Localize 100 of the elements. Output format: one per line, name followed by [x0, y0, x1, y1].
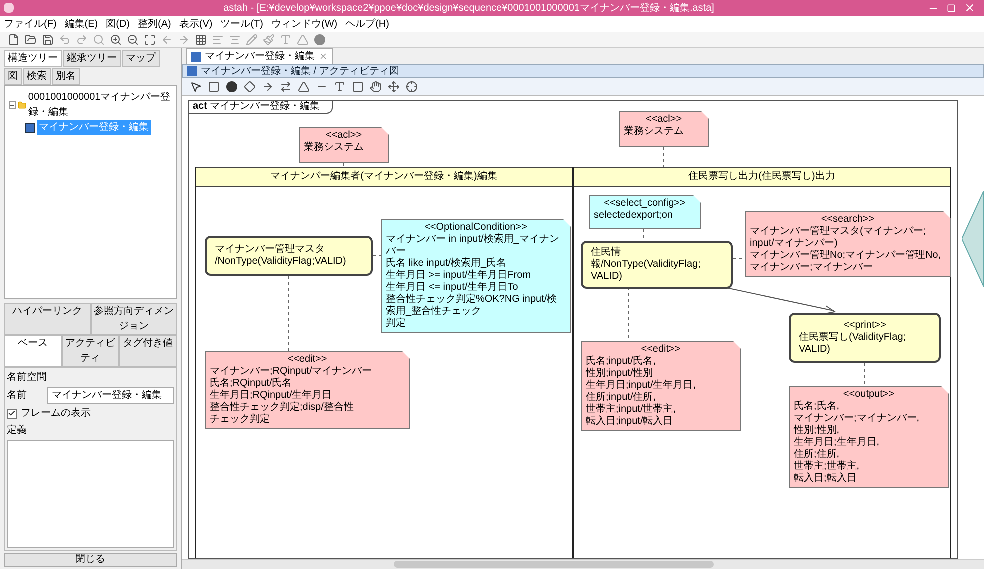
- node-text: 氏名;RQinput/氏名: [210, 378, 294, 390]
- property-tab[interactable]: アクティビティ: [62, 335, 120, 367]
- node-text: マイナンバー管理マスタ(マイナンバー;: [750, 226, 928, 238]
- stereotype-text: <<edit>>: [640, 344, 682, 356]
- node-text: 生年月日;生年月日,: [794, 437, 881, 448]
- stereotype-text: <<edit>>: [286, 354, 328, 366]
- move-icon[interactable]: [388, 80, 400, 92]
- flow-icon[interactable]: [280, 80, 292, 92]
- stereotype-text: <<acl>>: [644, 114, 684, 126]
- folder-icon: [18, 100, 26, 110]
- grid-icon[interactable]: [195, 34, 207, 46]
- node-text: マイナンバー管理No;マイナンバー管理No,: [750, 250, 942, 262]
- menu-item[interactable]: ウィンドウ(W): [271, 16, 338, 32]
- stereotype-text: <<search>>: [820, 214, 876, 226]
- rectangle-icon[interactable]: [208, 80, 220, 92]
- field-label: 名前: [7, 389, 28, 403]
- stereotype-text: <<acl>>: [324, 130, 364, 142]
- panel-tab[interactable]: 別名: [52, 68, 80, 85]
- menu-item[interactable]: 編集(E): [64, 16, 98, 32]
- node-text: 性別;性別,: [794, 425, 841, 436]
- stereotype-text: <<OptionalCondition>>: [424, 222, 528, 234]
- swimlane-title: 住民票写し出力(住民票写し)出力: [574, 167, 950, 187]
- property-tab[interactable]: ハイパーリンク: [4, 303, 90, 335]
- node-text: 生年月日;RQinput/生年月日: [210, 390, 334, 402]
- panel-tab[interactable]: 図: [4, 68, 22, 85]
- window-title: astah - [E:¥develop¥workspace2¥ppoe¥doc¥design¥sequence¥0001001000001マイナンバー登録・編集.asta]: [222, 2, 716, 16]
- diagram-icon: [25, 122, 35, 132]
- node-text: 性別;input/性別: [586, 368, 654, 380]
- node-text: 整合性チェック判定%OK?NG input/検索用_整合性チェック: [386, 294, 558, 318]
- menu-item[interactable]: ツール(T): [220, 16, 264, 32]
- node-text: チェック判定: [210, 414, 271, 426]
- text-icon[interactable]: [334, 80, 346, 92]
- node-text: マイナンバー管理マスタ: [215, 244, 326, 256]
- pointer-icon[interactable]: [190, 80, 202, 92]
- panel-tab[interactable]: 検索: [23, 68, 51, 85]
- node-text: 氏名;氏名,: [794, 401, 841, 413]
- node-text: VALID): [799, 344, 832, 356]
- menu-item[interactable]: ファイル(F): [4, 16, 57, 32]
- menu-item[interactable]: ヘルプ(H): [346, 16, 390, 32]
- node-text: マイナンバー;RQinput/マイナンバー: [210, 366, 374, 378]
- stereotype-text: <<select_config>>: [603, 198, 687, 210]
- node-text: VALID): [591, 271, 624, 283]
- save-icon[interactable]: [42, 34, 54, 46]
- app-icon: [4, 3, 14, 13]
- close-button[interactable]: 閉じる: [4, 553, 177, 567]
- note-icon[interactable]: [352, 80, 364, 92]
- maximize-icon[interactable]: [947, 4, 956, 12]
- node-text: 生年月日;input/生年月日,: [586, 380, 698, 392]
- hand-icon[interactable]: [370, 80, 382, 92]
- node-text: 住民情報/NonType(ValidityFlag;: [591, 247, 702, 271]
- node-text: 整合性チェック判定;disp/整合性: [210, 402, 355, 414]
- folder-icon[interactable]: [25, 34, 37, 46]
- panel-tab[interactable]: 構造ツリー: [4, 50, 62, 67]
- menu-item[interactable]: 図(D): [106, 16, 130, 32]
- node-text: 生年月日 >= input/生年月日From: [386, 270, 532, 282]
- connector-line: [864, 362, 866, 386]
- node-text: 転入日;input/転入日: [586, 416, 674, 428]
- node-text: 判定: [386, 318, 407, 330]
- node-text: 世帯主;世帯主,: [794, 461, 861, 472]
- node-text: 氏名;input/氏名,: [586, 356, 658, 368]
- arrow-icon[interactable]: [262, 80, 274, 92]
- node-text: マイナンバー;マイナンバー,: [794, 413, 921, 424]
- panel-tab[interactable]: マップ: [122, 50, 160, 67]
- tree-item[interactable]: 0001001000001マイナンバー登録・編集: [28, 90, 172, 120]
- diamond-icon[interactable]: [244, 80, 256, 92]
- menu-item[interactable]: 表示(V): [179, 16, 213, 32]
- close-icon[interactable]: [964, 2, 976, 14]
- close-icon[interactable]: [319, 52, 328, 61]
- fit-icon[interactable]: [144, 34, 156, 46]
- definition-field[interactable]: [7, 440, 174, 548]
- collapse-icon[interactable]: [9, 101, 16, 109]
- frame-label: act マイナンバー登録・編集: [189, 101, 334, 114]
- property-tab[interactable]: 参照方向ディメンジョン: [90, 303, 177, 335]
- crosshair-icon[interactable]: [406, 80, 418, 92]
- new-file-icon[interactable]: [8, 34, 20, 46]
- property-tab[interactable]: ベース: [4, 335, 62, 367]
- stereotype-text: <<print>>: [842, 320, 888, 332]
- field-label: 名前空間: [7, 370, 48, 385]
- horizontal-scrollbar[interactable]: [182, 559, 984, 569]
- triangle-icon[interactable]: [298, 80, 310, 92]
- menu-item[interactable]: 整列(A): [138, 16, 172, 32]
- node-text: 氏名 like input/検索用_氏名: [386, 258, 508, 270]
- zoom-out-icon[interactable]: [127, 34, 139, 46]
- editor-tab[interactable]: マイナンバー登録・編集: [186, 48, 333, 64]
- scrollbar-thumb[interactable]: [394, 561, 714, 568]
- zoom-in-icon[interactable]: [110, 34, 122, 46]
- property-tab[interactable]: タグ付き値: [119, 335, 178, 367]
- panel-tab[interactable]: 継承ツリー: [63, 50, 121, 67]
- node-text: selectedexport;on: [594, 210, 674, 222]
- node-text: マイナンバー;マイナンバー: [750, 262, 874, 274]
- node-text: 生年月日 <= input/生年月日To: [386, 282, 520, 294]
- checkbox[interactable]: [7, 408, 17, 418]
- node-text: 住民票写し(ValidityFlag;: [799, 332, 908, 344]
- diagram-title: マイナンバー登録・編集 / アクティビティ図: [201, 64, 400, 78]
- node-text: 業務システム: [304, 142, 365, 154]
- circle-icon[interactable]: [226, 80, 238, 92]
- checkbox-label: フレームの表示: [21, 406, 91, 421]
- node-text: 転入日;転入日: [794, 473, 858, 485]
- name-field[interactable]: マイナンバー登録・編集: [47, 387, 174, 404]
- node-text: /NonType(ValidityFlag;VALID): [215, 256, 348, 268]
